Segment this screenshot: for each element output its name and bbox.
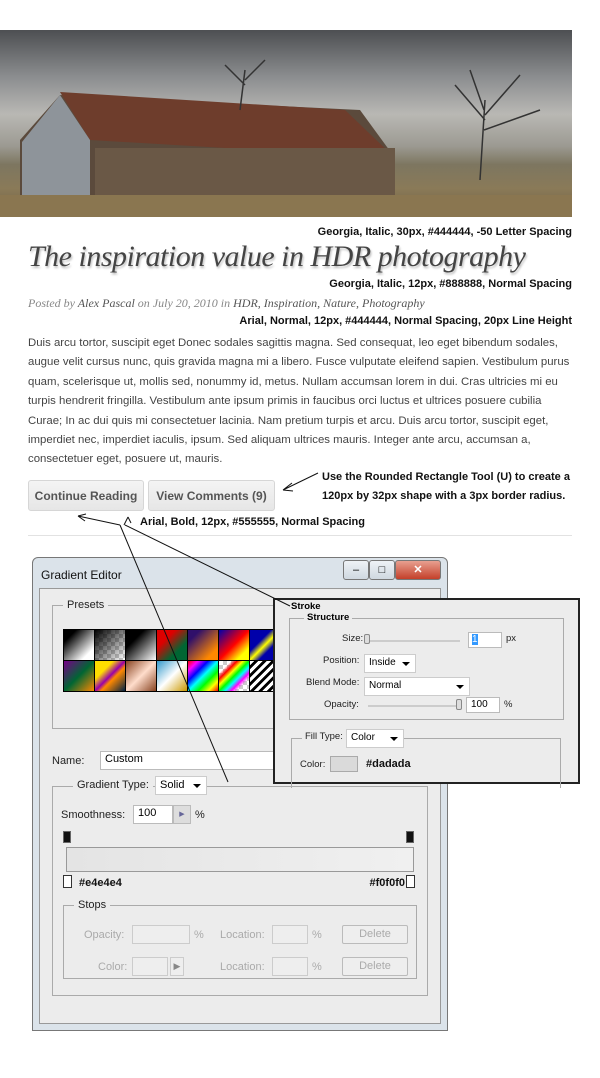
name-label: Name: — [52, 755, 85, 767]
preset-swatch[interactable] — [126, 630, 156, 660]
size-input[interactable]: 1 — [468, 632, 502, 648]
fill-type-label: Fill Type: — [302, 731, 346, 742]
gradient-preview-bar[interactable] — [66, 847, 414, 872]
maximize-icon[interactable]: □ — [369, 560, 395, 580]
preset-swatch[interactable] — [95, 630, 125, 660]
preset-swatch[interactable] — [219, 630, 249, 660]
close-icon[interactable]: ✕ — [395, 560, 441, 580]
view-comments-button[interactable]: View Comments (9) — [148, 480, 275, 511]
stop-color-arrow-icon[interactable]: ▶ — [170, 957, 184, 976]
post-title[interactable]: The inspiration value in HDR photography — [28, 240, 526, 274]
gradient-type-select[interactable]: Solid — [155, 776, 207, 795]
opacity-unit: % — [504, 699, 513, 710]
date-text: on July 20, 2010 in — [137, 296, 231, 310]
stop-location-percent-2: % — [312, 961, 322, 973]
post-excerpt: Duis arcu tortor, suscipit eget Donec so… — [28, 337, 570, 466]
button-shape-note-line1: Use the Rounded Rectangle Tool (U) to cr… — [322, 471, 570, 483]
right-color-annotation: #f0f0f0 — [369, 877, 405, 889]
title-font-annotation: Georgia, Italic, 30px, #444444, -50 Lett… — [317, 226, 572, 238]
preset-swatch[interactable] — [64, 630, 94, 660]
smoothness-percent: % — [195, 809, 205, 821]
structure-group: Structure Size: 1 px Position: Inside Bl… — [289, 612, 564, 720]
opacity-slider[interactable] — [368, 705, 462, 707]
position-label: Position: — [323, 655, 360, 666]
size-slider[interactable] — [364, 640, 460, 642]
hdr-barn-photo — [0, 30, 572, 217]
presets-label: Presets — [67, 599, 105, 611]
blend-mode-label: Blend Mode: — [306, 677, 360, 688]
preset-swatch[interactable] — [188, 661, 218, 691]
preset-swatch[interactable] — [95, 661, 125, 691]
delete-color-stop-button[interactable]: Delete — [342, 957, 408, 976]
fill-type-group: Fill Type: Color Color: #dadada — [291, 729, 561, 788]
opacity-stop-left-icon[interactable] — [63, 831, 71, 843]
fill-type-select[interactable]: Color — [346, 729, 404, 748]
opacity-stop-right-icon[interactable] — [406, 831, 414, 843]
size-value: 1 — [472, 634, 478, 645]
arrow-to-buttons-note — [282, 472, 319, 492]
stop-location-input-2[interactable] — [272, 957, 308, 976]
stop-color-swatch[interactable] — [132, 957, 168, 976]
category-links[interactable]: HDR, Inspiration, Nature, Photography — [233, 296, 425, 310]
meta-font-annotation: Georgia, Italic, 12px, #888888, Normal S… — [329, 278, 572, 290]
name-input[interactable]: Custom — [100, 751, 280, 770]
preset-swatch[interactable] — [219, 661, 249, 691]
button-font-annotation: Arial, Bold, 12px, #555555, Normal Spaci… — [140, 516, 365, 528]
preset-swatch[interactable] — [126, 661, 156, 691]
smoothness-input[interactable]: 100 — [133, 805, 173, 824]
stroke-color-swatch[interactable] — [330, 756, 358, 772]
position-select[interactable]: Inside — [364, 654, 416, 673]
button-shape-note-line2: 120px by 32px shape with a 3px border ra… — [322, 490, 566, 502]
author-link[interactable]: Alex Pascal — [78, 296, 135, 310]
structure-label: Structure — [304, 612, 353, 623]
stops-group: Stops Opacity: % Location: % Delete Colo… — [63, 899, 417, 979]
stop-opacity-percent: % — [194, 929, 204, 941]
color-stop-left-icon[interactable] — [63, 875, 72, 888]
stop-color-label: Color: — [98, 961, 128, 973]
delete-opacity-stop-button[interactable]: Delete — [342, 925, 408, 944]
minimize-icon[interactable]: – — [343, 560, 369, 580]
stop-opacity-input[interactable] — [132, 925, 190, 944]
left-color-annotation: #e4e4e4 — [79, 877, 122, 889]
arrow-to-continue-button — [77, 513, 121, 526]
stop-opacity-label: Opacity: — [84, 929, 125, 941]
smoothness-arrow-icon[interactable]: ▶ — [173, 805, 191, 824]
stop-location-label: Location: — [220, 929, 265, 941]
preset-swatches — [63, 629, 281, 692]
body-font-annotation: Arial, Normal, 12px, #444444, Normal Spa… — [239, 315, 572, 327]
blend-mode-select[interactable]: Normal — [364, 677, 470, 696]
stop-location-percent: % — [312, 929, 322, 941]
preset-swatch[interactable] — [157, 630, 187, 660]
posted-by-text: Posted by — [28, 296, 75, 310]
opacity-slider-handle[interactable] — [456, 699, 462, 710]
smoothness-label: Smoothness: — [61, 809, 126, 821]
opacity-label: Opacity: — [324, 699, 359, 710]
continue-reading-button[interactable]: Continue Reading — [28, 480, 144, 511]
stop-location-label-2: Location: — [220, 961, 265, 973]
post-meta: Posted by Alex Pascal on July 20, 2010 i… — [28, 296, 425, 311]
size-slider-handle[interactable] — [364, 634, 370, 644]
arrow-to-comments-button — [123, 516, 132, 526]
stroke-panel: Stroke Structure Size: 1 px Position: In… — [273, 598, 580, 788]
stroke-title: Stroke — [291, 601, 321, 612]
size-unit: px — [506, 633, 517, 644]
window-title: Gradient Editor — [41, 568, 122, 582]
divider — [28, 535, 572, 536]
color-stop-right-icon[interactable] — [406, 875, 415, 888]
gradient-type-label: Gradient Type: — [73, 779, 153, 791]
stops-label: Stops — [78, 899, 107, 911]
preset-swatch[interactable] — [188, 630, 218, 660]
opacity-input[interactable]: 100 — [466, 697, 500, 713]
preset-swatch[interactable] — [64, 661, 94, 691]
gradient-type-group: Gradient Type: Solid Smoothness: 100 ▶ %… — [52, 776, 428, 996]
preset-swatch[interactable] — [157, 661, 187, 691]
stop-location-input[interactable] — [272, 925, 308, 944]
stroke-color-annotation: #dadada — [366, 758, 411, 770]
color-label: Color: — [300, 759, 326, 770]
size-label: Size: — [342, 633, 364, 644]
